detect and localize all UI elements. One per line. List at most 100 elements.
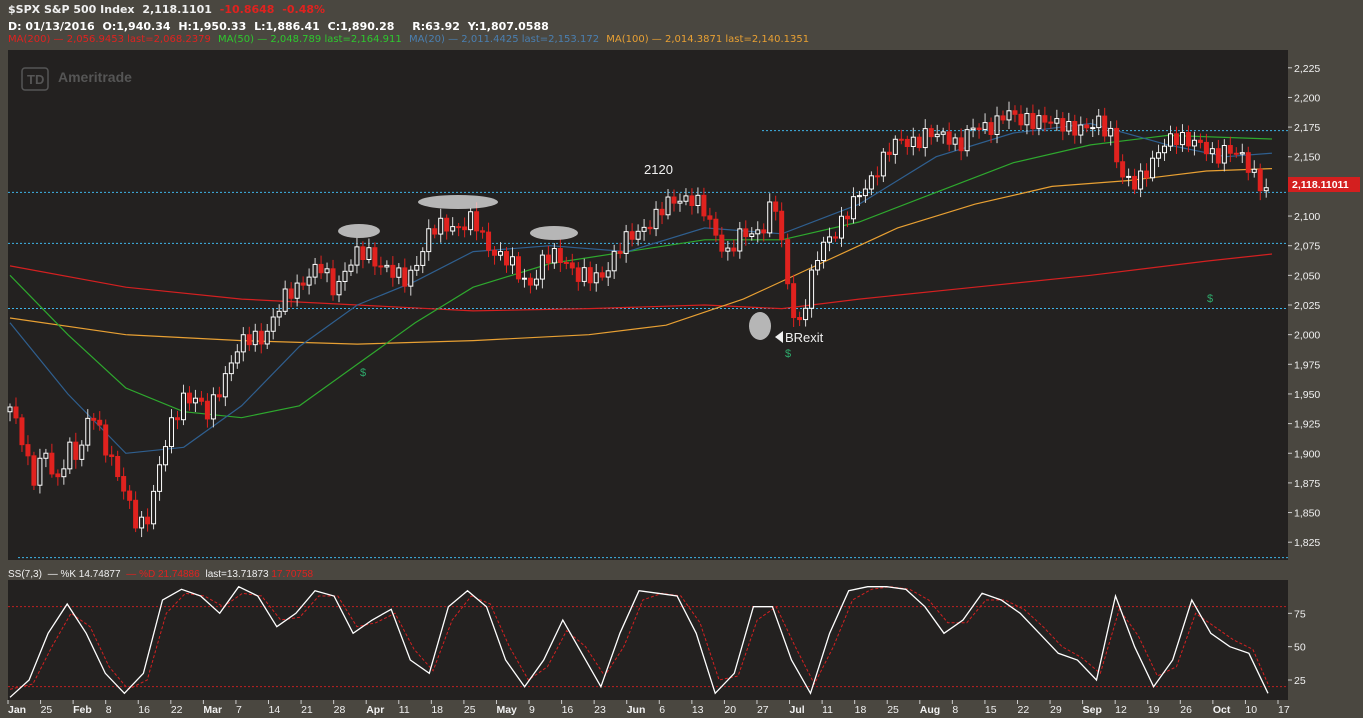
price-tick-label: 1,850 bbox=[1294, 508, 1320, 520]
candle-up bbox=[1096, 115, 1102, 129]
candle-up bbox=[593, 272, 599, 284]
candle-up bbox=[163, 446, 169, 466]
candle-down bbox=[647, 226, 653, 230]
date-tick-label: Jan bbox=[8, 704, 26, 716]
candle-up bbox=[342, 270, 348, 282]
candle-up bbox=[276, 310, 282, 318]
date-tick-label: 11 bbox=[822, 704, 833, 716]
candle-up bbox=[838, 215, 844, 239]
date-tick-label: 16 bbox=[562, 704, 574, 716]
date-tick-label: 8 bbox=[952, 704, 958, 716]
candle-up bbox=[653, 208, 659, 230]
candle-up bbox=[880, 151, 886, 177]
candle-down bbox=[1227, 145, 1233, 154]
candle-down bbox=[587, 267, 593, 284]
candle-down bbox=[97, 419, 103, 426]
candle-up bbox=[982, 122, 988, 130]
candle-down bbox=[1203, 141, 1209, 155]
candle-down bbox=[886, 151, 892, 155]
candle-down bbox=[360, 246, 366, 261]
candle-down bbox=[378, 265, 384, 268]
stoch-tick-label: 75 bbox=[1294, 608, 1306, 620]
date-tick-label: Apr bbox=[366, 704, 384, 716]
candle-up bbox=[312, 263, 318, 278]
candle-down bbox=[946, 131, 952, 145]
candle-up bbox=[1263, 187, 1269, 192]
candle-down bbox=[19, 417, 25, 446]
candle-up bbox=[934, 133, 940, 138]
candle-down bbox=[49, 452, 55, 475]
candle-down bbox=[492, 249, 498, 256]
candle-down bbox=[174, 417, 180, 421]
date-tick-label: 10 bbox=[1245, 704, 1257, 716]
candle-down bbox=[1018, 113, 1024, 126]
candle-down bbox=[73, 441, 79, 460]
candle-up bbox=[551, 248, 557, 264]
candle-up bbox=[234, 351, 240, 364]
candle-up bbox=[240, 334, 246, 353]
candle-down bbox=[486, 231, 492, 251]
candle-down bbox=[504, 251, 510, 266]
candle-down bbox=[474, 211, 480, 232]
candle-up bbox=[809, 269, 815, 309]
candle-up bbox=[509, 256, 515, 266]
candle-down bbox=[432, 228, 438, 235]
candle-down bbox=[773, 201, 779, 212]
date-tick-label: Aug bbox=[920, 704, 940, 716]
candle-down bbox=[1197, 139, 1203, 143]
candle-up bbox=[605, 270, 611, 278]
candle-down bbox=[761, 229, 767, 234]
candle-up bbox=[468, 211, 474, 231]
stoch-name-text: SS(7,3) bbox=[8, 569, 42, 580]
price-tick-label: 1,925 bbox=[1294, 419, 1320, 431]
price-tick-label: 1,900 bbox=[1294, 448, 1320, 460]
candle-up bbox=[210, 394, 216, 420]
candle-up bbox=[677, 200, 683, 204]
candle-down bbox=[115, 456, 121, 478]
candle-up bbox=[1167, 133, 1173, 147]
candle-up bbox=[61, 468, 67, 478]
price-tag-text: 2,118.11011 bbox=[1292, 179, 1349, 191]
candle-up bbox=[683, 195, 689, 202]
candle-up bbox=[354, 246, 360, 266]
candle-down bbox=[91, 417, 97, 421]
candle-down bbox=[1185, 131, 1191, 147]
candle-down bbox=[874, 175, 880, 178]
candle-up bbox=[498, 251, 504, 256]
candle-down bbox=[1233, 152, 1239, 155]
candle-up bbox=[1108, 127, 1114, 137]
candle-down bbox=[103, 424, 109, 456]
price-tick-label: 1,950 bbox=[1294, 389, 1320, 401]
candle-up bbox=[1239, 152, 1245, 155]
date-tick-label: 22 bbox=[171, 704, 183, 716]
candle-up bbox=[1179, 131, 1185, 146]
candle-down bbox=[671, 196, 677, 204]
candle-up bbox=[821, 241, 827, 262]
candle-up bbox=[1138, 170, 1144, 190]
highlight-ellipse-2 bbox=[418, 195, 498, 209]
stoch-header: SS(7,3) — %K 14.74877 — %D 21.74886 last… bbox=[8, 569, 314, 580]
candle-down bbox=[701, 194, 707, 217]
candle-up bbox=[1006, 110, 1012, 121]
candle-down bbox=[707, 215, 713, 220]
candle-down bbox=[456, 226, 462, 229]
date-tick-label: 15 bbox=[985, 704, 997, 716]
candle-up bbox=[970, 127, 976, 131]
candle-up bbox=[336, 280, 342, 296]
candle-up bbox=[910, 136, 916, 148]
candle-up bbox=[222, 373, 228, 398]
price-tick-label: 2,000 bbox=[1294, 330, 1320, 342]
candle-up bbox=[85, 417, 91, 446]
candle-up bbox=[1221, 145, 1227, 164]
candle-down bbox=[515, 256, 521, 280]
candle-up bbox=[635, 230, 641, 240]
date-tick-label: 18 bbox=[855, 704, 867, 716]
price-tick-label: 2,100 bbox=[1294, 211, 1320, 223]
price-tick-label: 1,825 bbox=[1294, 537, 1320, 549]
candle-down bbox=[719, 234, 725, 252]
price-axis: 2,2252,2002,1752,1502,1252,1002,0752,050… bbox=[1288, 63, 1320, 549]
candle-down bbox=[743, 228, 749, 238]
candle-up bbox=[228, 362, 234, 375]
date-tick-label: 23 bbox=[594, 704, 606, 716]
candle-up bbox=[994, 115, 1000, 135]
